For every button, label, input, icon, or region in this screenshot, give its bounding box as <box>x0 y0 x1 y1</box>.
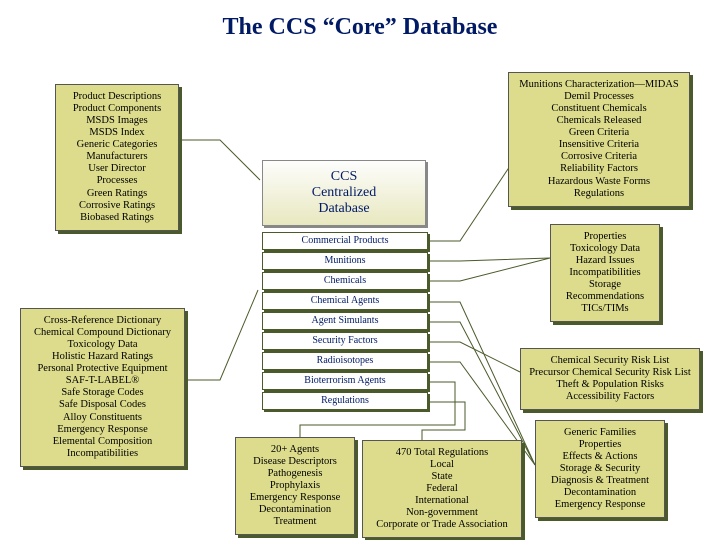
box-munitions: Munitions Characterization—MIDASDemil Pr… <box>508 72 690 207</box>
box-generic-families: Generic FamiliesPropertiesEffects & Acti… <box>535 420 665 518</box>
slot-chemicals: Chemicals <box>262 272 428 290</box>
slot-agent-simulants: Agent Simulants <box>262 312 428 330</box>
slot-radioisotopes: Radioisotopes <box>262 352 428 370</box>
slot-chemical-agents: Chemical Agents <box>262 292 428 310</box>
slot-munitions: Munitions <box>262 252 428 270</box>
box-security: Chemical Security Risk ListPrecursor Che… <box>520 348 700 410</box>
page-title: The CCS “Core” Database <box>0 14 720 41</box>
slot-regulations: Regulations <box>262 392 428 410</box>
slot-bioterrorism-agents: Bioterrorism Agents <box>262 372 428 390</box>
central-database: CCSCentralizedDatabase <box>262 160 426 226</box>
slot-security-factors: Security Factors <box>262 332 428 350</box>
box-product: Product DescriptionsProduct ComponentsMS… <box>55 84 179 231</box>
slot-commercial-products: Commercial Products <box>262 232 428 250</box>
box-agents: 20+ AgentsDisease DescriptorsPathogenesi… <box>235 437 355 535</box>
box-crossref: Cross-Reference DictionaryChemical Compo… <box>20 308 185 467</box>
box-regulations: 470 Total RegulationsLocalStateFederalIn… <box>362 440 522 538</box>
box-properties: PropertiesToxicology DataHazard IssuesIn… <box>550 224 660 322</box>
